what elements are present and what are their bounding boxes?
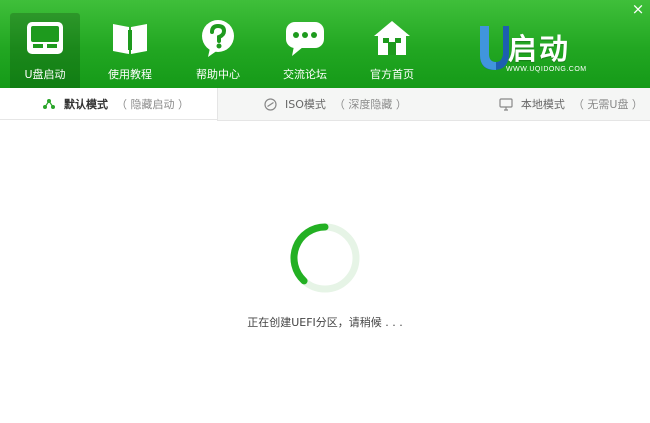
spinner-arc	[290, 223, 329, 285]
nav-label: 官方首页	[370, 68, 414, 81]
main-content: 正在创建UEFI分区，请稍候 . . .	[0, 121, 650, 423]
tab-sublabel: （ 隐藏启动 ）	[116, 98, 189, 111]
loading-spinner	[290, 223, 360, 293]
nav-label: 交流论坛	[283, 68, 327, 81]
book-icon	[109, 17, 151, 59]
tab-label: 默认模式	[64, 98, 108, 111]
nav-homepage[interactable]: 官方首页	[357, 17, 427, 87]
tab-sublabel: （ 无需U盘 ）	[572, 98, 643, 111]
status-message: 正在创建UEFI分区，请稍候 . . .	[247, 316, 403, 329]
nav-label: U盘启动	[24, 68, 66, 81]
mode-tab-bar: 默认模式 （ 隐藏启动 ） ISO模式 （ 深度隐藏 ） 本地模式 （ 无需U盘…	[0, 88, 650, 121]
nav-help-center[interactable]: 帮助中心	[183, 17, 253, 87]
question-bubble-icon	[197, 17, 239, 59]
tab-sublabel: （ 深度隐藏 ）	[333, 98, 407, 111]
tab-iso-mode[interactable]: ISO模式 （ 深度隐藏 ） 本地模式 （ 无需U盘 ）	[217, 88, 650, 121]
close-button[interactable]: ×	[630, 1, 646, 17]
tab-default-mode[interactable]: 默认模式 （ 隐藏启动 ）	[42, 88, 189, 120]
brand-logo: 启动 WWW.UQIDONG.COM	[476, 24, 626, 80]
chat-bubble-icon	[284, 17, 326, 59]
nav-label: 使用教程	[108, 68, 152, 81]
nav-usb-boot[interactable]: U盘启动	[10, 13, 80, 88]
tab-label: ISO模式	[285, 98, 326, 111]
nav-forum[interactable]: 交流论坛	[270, 17, 340, 87]
disc-icon	[264, 97, 277, 111]
brand-url: WWW.UQIDONG.COM	[506, 66, 587, 73]
tab-local-mode[interactable]: 本地模式	[521, 96, 565, 112]
brand-name: 启动	[508, 32, 571, 66]
monitor-icon	[499, 97, 513, 111]
app-header: × U盘启动 使用教程 帮助中心 交流论坛 官方首页 启动 WWW.UQIDON…	[0, 0, 650, 88]
share-icon	[42, 98, 56, 110]
u-logo-icon	[480, 26, 509, 70]
home-icon	[371, 17, 413, 59]
nav-tutorial[interactable]: 使用教程	[95, 17, 165, 87]
nav-label: 帮助中心	[196, 68, 240, 81]
usb-disk-icon	[24, 17, 66, 59]
